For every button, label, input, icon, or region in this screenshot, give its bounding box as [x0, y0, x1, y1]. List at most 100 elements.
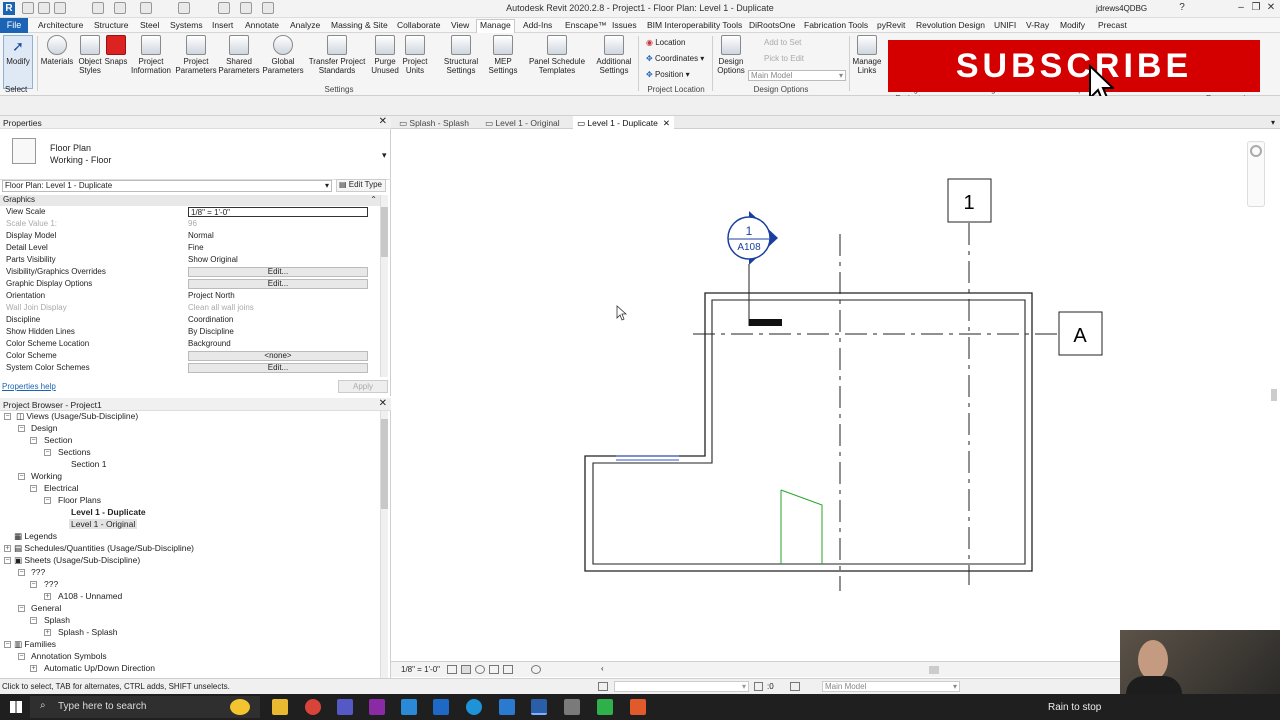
- tree-item-working[interactable]: Working: [31, 471, 62, 481]
- materials-button[interactable]: Materials: [40, 35, 74, 66]
- tab-annotate[interactable]: Annotate: [245, 20, 279, 30]
- tab-bim-interop[interactable]: BIM Interoperability Tools: [647, 20, 742, 30]
- prop-row-discipline[interactable]: Discipline Coordination: [0, 314, 380, 326]
- taskbar-search[interactable]: ⌕ Type here to search: [30, 696, 260, 718]
- tabs-menu-icon[interactable]: ▾: [1271, 118, 1275, 127]
- tree-item-annotation-symbols[interactable]: Annotation Symbols: [31, 651, 107, 661]
- onenote-icon[interactable]: [369, 699, 385, 715]
- camtasia-icon[interactable]: [597, 699, 613, 715]
- worksets-icon[interactable]: [598, 682, 608, 691]
- snipping-icon[interactable]: [499, 699, 515, 715]
- tab-analyze[interactable]: Analyze: [290, 20, 320, 30]
- horizontal-scrollbar[interactable]: [929, 666, 939, 674]
- modify-button[interactable]: ➚ Modify: [3, 35, 33, 89]
- pick-to-edit-button[interactable]: Pick to Edit: [764, 54, 804, 63]
- project-information-button[interactable]: Project Information: [129, 35, 173, 75]
- tab-diroots[interactable]: DiRootsOne: [749, 20, 795, 30]
- file-explorer-icon[interactable]: [272, 699, 288, 715]
- vg-edit-button[interactable]: Edit...: [188, 267, 368, 277]
- panel-schedule-templates-button[interactable]: Panel Schedule Templates: [527, 35, 587, 75]
- collapse-icon[interactable]: −: [30, 617, 37, 624]
- design-options-button[interactable]: Design Options: [714, 35, 748, 75]
- tree-item-views[interactable]: ◫ Views (Usage/Sub-Discipline): [16, 411, 138, 422]
- tab-massing-site[interactable]: Massing & Site: [331, 20, 388, 30]
- properties-help-link[interactable]: Properties help: [2, 382, 56, 391]
- prop-row-orientation[interactable]: Orientation Project North: [0, 290, 380, 302]
- help-icon[interactable]: ?: [1175, 2, 1189, 14]
- tree-item-floor-plans[interactable]: Floor Plans: [58, 495, 101, 505]
- prop-row-detail-level[interactable]: Detail Level Fine: [0, 242, 380, 254]
- tree-item-sections[interactable]: Sections: [58, 447, 91, 457]
- tab-file[interactable]: File: [0, 18, 28, 33]
- prop-row-display-model[interactable]: Display Model Normal: [0, 230, 380, 242]
- coordinates-button[interactable]: ✥ Coordinates ▾: [646, 54, 704, 63]
- tree-item-section-1[interactable]: Section 1: [71, 459, 106, 469]
- tree-item-auto-up-down[interactable]: Automatic Up/Down Direction: [44, 663, 155, 673]
- minimize-button[interactable]: –: [1234, 2, 1248, 14]
- tree-item-level1-duplicate[interactable]: Level 1 - Duplicate: [71, 507, 146, 517]
- close-browser-icon[interactable]: ✕: [379, 398, 387, 409]
- status-main-model-select[interactable]: Main Model ▾: [822, 681, 960, 692]
- prop-row-parts-visibility[interactable]: Parts Visibility Show Original: [0, 254, 380, 266]
- prop-row-graphic-display[interactable]: Graphic Display Options Edit...: [0, 278, 380, 290]
- graphic-display-edit-button[interactable]: Edit...: [188, 279, 368, 289]
- collapse-icon[interactable]: −: [18, 605, 25, 612]
- workset-select[interactable]: ▾: [614, 681, 749, 692]
- teams-icon[interactable]: [337, 699, 353, 715]
- tree-item-legends[interactable]: ▦ Legends: [14, 531, 57, 542]
- edge-icon[interactable]: [466, 699, 482, 715]
- chrome-icon[interactable]: [305, 699, 321, 715]
- collapse-icon[interactable]: −: [44, 497, 51, 504]
- tab-precast[interactable]: Precast: [1098, 20, 1127, 30]
- maximize-button[interactable]: ❐: [1249, 2, 1263, 14]
- purge-unused-button[interactable]: Purge Unused: [371, 35, 399, 75]
- system-color-edit-button[interactable]: Edit...: [188, 363, 368, 373]
- add-to-set-button[interactable]: Add to Set: [764, 38, 801, 47]
- object-styles-button[interactable]: Object Styles: [76, 35, 104, 75]
- close-properties-icon[interactable]: ✕: [379, 116, 387, 127]
- project-parameters-button[interactable]: Project Parameters: [175, 35, 217, 75]
- transfer-standards-button[interactable]: Transfer Project Standards: [304, 35, 370, 75]
- tab-vray[interactable]: V-Ray: [1026, 20, 1049, 30]
- select-dropdown[interactable]: Select: [5, 85, 27, 94]
- tree-item-section[interactable]: Section: [44, 435, 72, 445]
- tab-systems[interactable]: Systems: [170, 20, 203, 30]
- windows-start-icon[interactable]: [10, 701, 22, 713]
- shadows-icon[interactable]: [489, 665, 499, 674]
- zoom-icon[interactable]: [1250, 145, 1262, 157]
- tree-item-schedules[interactable]: ▤ Schedules/Quantities (Usage/Sub-Discip…: [14, 543, 194, 554]
- visual-style-icon[interactable]: [461, 665, 471, 674]
- tree-item-unknown-2[interactable]: ???: [44, 579, 58, 589]
- tab-pyrevit[interactable]: pyRevit: [877, 20, 905, 30]
- prop-row-vg-overrides[interactable]: Visibility/Graphics Overrides Edit...: [0, 266, 380, 278]
- view-scale[interactable]: 1/8" = 1'-0": [401, 665, 440, 674]
- prop-row-system-color-schemes[interactable]: System Color Schemes Edit...: [0, 362, 380, 374]
- user-account[interactable]: jdrews4QDBG: [1096, 4, 1147, 13]
- sun-path-icon[interactable]: [475, 665, 485, 674]
- canvas-scrollbar[interactable]: [1271, 389, 1277, 401]
- tab-enscape[interactable]: Enscape™: [565, 20, 607, 30]
- properties-scrollbar[interactable]: [380, 195, 388, 377]
- drawing-canvas[interactable]: 1 A 1 A108: [391, 129, 1280, 661]
- type-selector[interactable]: Floor Plan Working - Floor ▾: [0, 130, 391, 180]
- tree-item-unknown-1[interactable]: ???: [31, 567, 45, 577]
- tree-item-families[interactable]: ▥ Families: [14, 639, 56, 650]
- detail-level-icon[interactable]: [447, 665, 457, 674]
- expand-icon[interactable]: +: [30, 665, 37, 672]
- structural-settings-button[interactable]: Structural Settings: [440, 35, 482, 75]
- type-dropdown-icon[interactable]: ▾: [382, 150, 387, 161]
- tree-item-sheets[interactable]: ▣ Sheets (Usage/Sub-Discipline): [14, 555, 140, 566]
- tab-unifi[interactable]: UNIFI: [994, 20, 1016, 30]
- editable-only-icon[interactable]: [754, 682, 763, 691]
- edit-type-button[interactable]: ▤ Edit Type: [336, 179, 386, 192]
- shared-parameters-button[interactable]: Shared Parameters: [218, 35, 260, 75]
- apply-button[interactable]: Apply: [338, 380, 388, 393]
- browser-scrollbar[interactable]: [380, 411, 388, 678]
- collapse-icon[interactable]: −: [30, 437, 37, 444]
- app-icon[interactable]: [401, 699, 417, 715]
- cloud-icon[interactable]: [564, 699, 580, 715]
- prop-row-color-scheme-location[interactable]: Color Scheme Location Background: [0, 338, 380, 350]
- design-options-status-icon[interactable]: [790, 682, 800, 691]
- snaps-button[interactable]: Snaps: [104, 35, 128, 66]
- expand-icon[interactable]: +: [4, 545, 11, 552]
